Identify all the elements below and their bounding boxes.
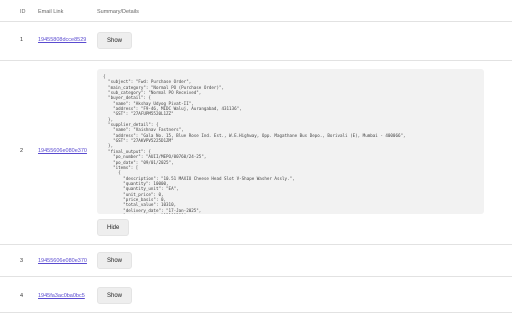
row-4-show-button[interactable]: Show	[97, 287, 133, 304]
email-table: ID Email Link Summary/Details 1 19455808…	[0, 0, 512, 320]
summary-details-json[interactable]: { "subject": "Fwd: Purchase Order", "mai…	[97, 69, 484, 214]
json-line: "part_number": "13101500",	[103, 213, 478, 214]
row-divider	[0, 244, 512, 245]
row-1-show-button[interactable]: Show	[97, 32, 133, 49]
row-4-id: 4	[20, 293, 24, 299]
row-2-hide-button[interactable]: Hide	[97, 219, 130, 236]
row-divider	[0, 312, 512, 313]
row-1-email-link[interactable]: 19455808dcce8529	[38, 37, 86, 43]
header-id: ID	[20, 9, 26, 15]
header-summary: Summary/Details	[97, 9, 139, 15]
row-divider	[0, 276, 512, 277]
row-3-email-link[interactable]: 19455606e080e370	[38, 258, 87, 264]
row-4-email-link[interactable]: 1945fa3ac0ba0bc5	[38, 293, 85, 299]
row-3-id: 3	[20, 258, 24, 264]
row-1-id: 1	[20, 37, 24, 43]
row-3-show-button[interactable]: Show	[97, 252, 133, 269]
header-divider	[0, 21, 512, 22]
header-email-link: Email Link	[38, 9, 64, 15]
row-2-email-link[interactable]: 19455606e080e370	[38, 148, 87, 154]
row-divider	[0, 60, 512, 61]
row-2-id: 2	[20, 148, 24, 154]
